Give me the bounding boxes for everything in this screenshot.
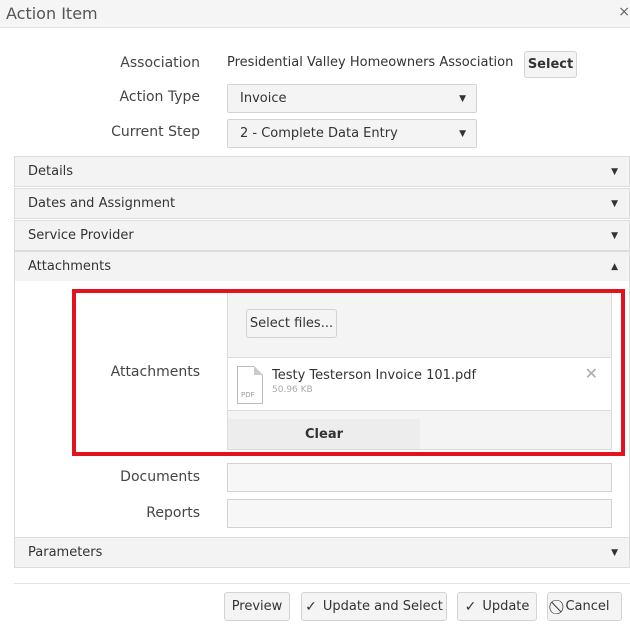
- panel-attachments-label: Attachments: [28, 259, 111, 274]
- triangle-down-icon: ▼: [611, 198, 618, 209]
- check-icon: ✓: [305, 598, 317, 615]
- remove-file-icon[interactable]: ✕: [585, 364, 598, 383]
- association-select-button[interactable]: Select: [524, 51, 577, 78]
- panel-parameters[interactable]: Parameters ▼: [14, 537, 630, 568]
- update-button[interactable]: ✓ Update: [457, 592, 537, 621]
- clear-button[interactable]: Clear: [228, 419, 420, 449]
- preview-button[interactable]: Preview: [224, 592, 290, 621]
- cancel-label: Cancel: [565, 599, 610, 614]
- chevron-down-icon: ▼: [459, 93, 466, 104]
- current-step-label: Current Step: [111, 124, 200, 140]
- close-icon[interactable]: ×: [618, 4, 630, 20]
- triangle-down-icon: ▼: [611, 166, 618, 177]
- file-size: 50.96 KB: [272, 385, 313, 395]
- action-type-value: Invoice: [240, 91, 287, 106]
- panel-details[interactable]: Details ▼: [14, 156, 630, 187]
- file-name: Testy Testerson Invoice 101.pdf: [272, 368, 477, 383]
- association-label: Association: [120, 55, 200, 71]
- documents-field[interactable]: [227, 463, 612, 492]
- update-and-select-label: Update and Select: [322, 599, 443, 614]
- panel-parameters-label: Parameters: [28, 545, 103, 560]
- reports-field[interactable]: [227, 499, 612, 528]
- check-icon: ✓: [464, 598, 477, 615]
- pdf-ext-label: PDF: [241, 391, 255, 399]
- attached-file-row: PDF Testy Testerson Invoice 101.pdf 50.9…: [228, 357, 611, 411]
- triangle-down-icon: ▼: [611, 230, 618, 241]
- update-label: Update: [482, 599, 530, 614]
- cancel-button[interactable]: ⃠ Cancel: [547, 592, 622, 621]
- current-step-select[interactable]: 2 - Complete Data Entry ▼: [227, 119, 477, 148]
- reports-label: Reports: [146, 505, 200, 521]
- pdf-file-icon: PDF: [237, 366, 263, 404]
- triangle-down-icon: ▼: [611, 547, 618, 558]
- panel-attachments[interactable]: Attachments ▲: [14, 251, 630, 282]
- association-value: Presidential Valley Homeowners Associati…: [227, 55, 514, 70]
- dialog-title: Action Item: [6, 4, 98, 23]
- panel-dates-label: Dates and Assignment: [28, 196, 176, 211]
- panel-service-provider[interactable]: Service Provider ▼: [14, 220, 630, 251]
- documents-label: Documents: [120, 469, 200, 485]
- panel-provider-label: Service Provider: [28, 228, 134, 243]
- update-and-select-button[interactable]: ✓ Update and Select: [301, 592, 447, 621]
- panel-details-label: Details: [28, 164, 74, 179]
- attachments-label: Attachments: [110, 364, 200, 380]
- triangle-up-icon: ▲: [611, 261, 618, 272]
- chevron-down-icon: ▼: [459, 128, 466, 139]
- footer-divider: [14, 583, 630, 584]
- current-step-value: 2 - Complete Data Entry: [240, 126, 398, 141]
- action-type-label: Action Type: [119, 89, 200, 105]
- select-files-button[interactable]: Select files...: [246, 309, 337, 338]
- dialog-titlebar: Action Item ×: [0, 0, 630, 28]
- panel-dates-assignment[interactable]: Dates and Assignment ▼: [14, 188, 630, 219]
- action-type-select[interactable]: Invoice ▼: [227, 84, 477, 113]
